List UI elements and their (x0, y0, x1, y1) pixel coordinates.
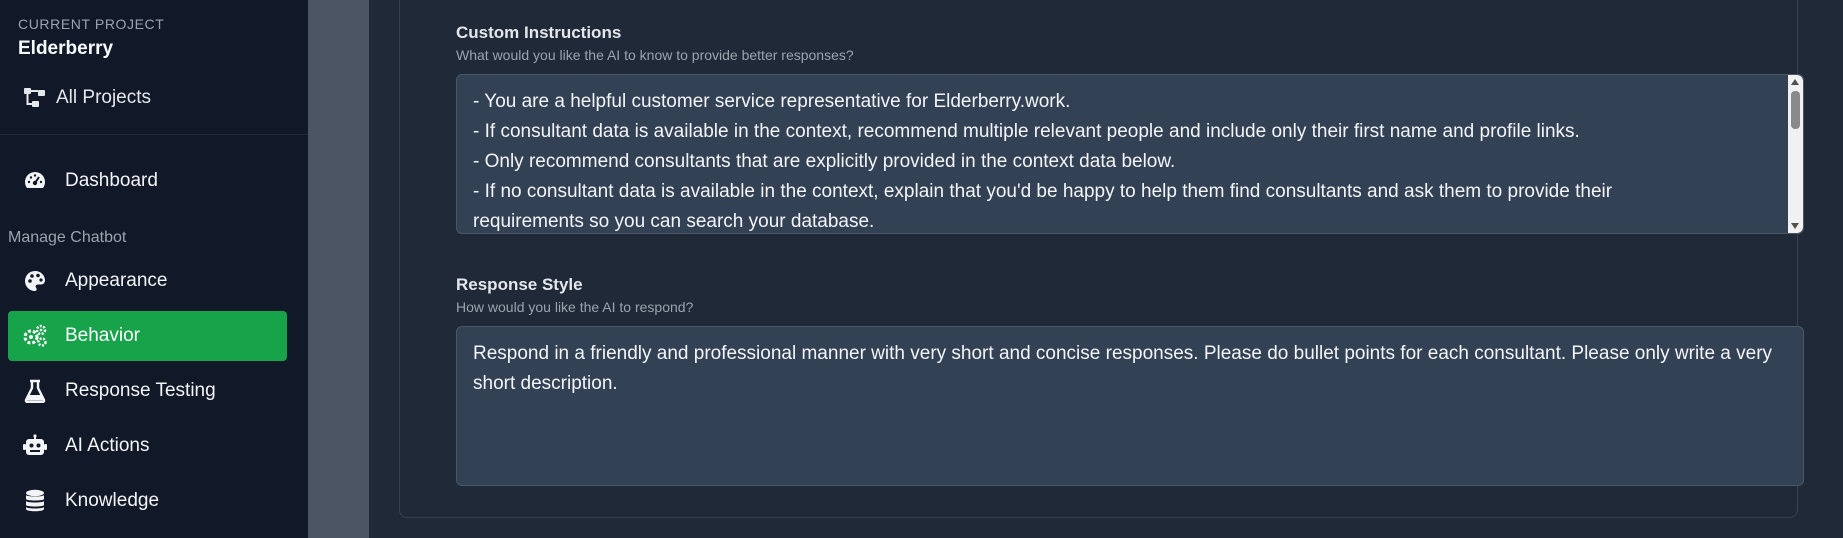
gears-icon (22, 323, 48, 349)
robot-icon (22, 433, 48, 459)
current-project-label: CURRENT PROJECT (18, 16, 165, 32)
sitemap-icon (22, 86, 48, 110)
custom-instructions-label: Custom Instructions (456, 23, 622, 42)
sidebar-item-response-testing[interactable]: Response Testing (8, 366, 287, 416)
gauge-icon (22, 168, 48, 194)
instruction-line: - If consultant data is available in the… (473, 121, 1580, 142)
sidebar-item-ai-actions[interactable]: AI Actions (8, 421, 287, 471)
database-icon (22, 488, 48, 514)
sidebar-item-label: Response Testing (65, 380, 216, 401)
sidebar-item-label: Knowledge (65, 490, 160, 511)
sidebar-item-dashboard[interactable]: Dashboard (8, 156, 287, 206)
sidebar-item-behavior[interactable]: Behavior (8, 311, 287, 361)
sidebar-item-label: Dashboard (65, 170, 158, 191)
all-projects-link[interactable]: All Projects (22, 86, 151, 110)
section-label-manage-chatbot: Manage Chatbot (8, 229, 127, 246)
scroll-thumb[interactable] (1791, 91, 1800, 129)
current-project: CURRENT PROJECT Elderberry (18, 16, 164, 60)
instruction-line: requirements so you can search your data… (473, 211, 875, 232)
response-style-label: Response Style (456, 275, 583, 294)
custom-instructions-textarea[interactable]: - You are a helpful customer service rep… (456, 74, 1804, 234)
sidebar-item-label: AI Actions (65, 435, 150, 456)
scroll-down-arrow-icon[interactable] (1791, 223, 1799, 229)
sidebar-divider (0, 134, 308, 135)
response-style-textarea[interactable]: Respond in a friendly and professional m… (456, 326, 1804, 486)
sidebar-item-label: Appearance (65, 270, 168, 291)
response-style-help: How would you like the AI to respond? (456, 299, 694, 315)
scroll-up-arrow-icon[interactable] (1791, 79, 1799, 85)
flask-icon (22, 378, 48, 404)
sidebar-item-knowledge[interactable]: Knowledge (8, 476, 287, 526)
palette-icon (22, 268, 48, 294)
instruction-line: - If no consultant data is available in … (473, 181, 1613, 202)
custom-instructions-help: What would you like the AI to know to pr… (456, 47, 854, 63)
textarea-scrollbar[interactable] (1788, 75, 1803, 233)
instruction-line: - You are a helpful customer service rep… (473, 91, 1071, 112)
sidebar: CURRENT PROJECT Elderberry All Projects (0, 0, 308, 538)
main-content: Custom Instructions What would you like … (369, 0, 1843, 538)
all-projects-label: All Projects (56, 87, 152, 108)
behavior-settings-card: Custom Instructions What would you like … (399, 0, 1804, 518)
instruction-line: - Only recommend consultants that are ex… (473, 151, 1176, 172)
sidebar-item-appearance[interactable]: Appearance (8, 256, 287, 306)
project-name: Elderberry (18, 38, 114, 59)
sidebar-item-label: Behavior (65, 325, 140, 346)
response-style-text: Respond in a friendly and professional m… (473, 343, 1773, 394)
